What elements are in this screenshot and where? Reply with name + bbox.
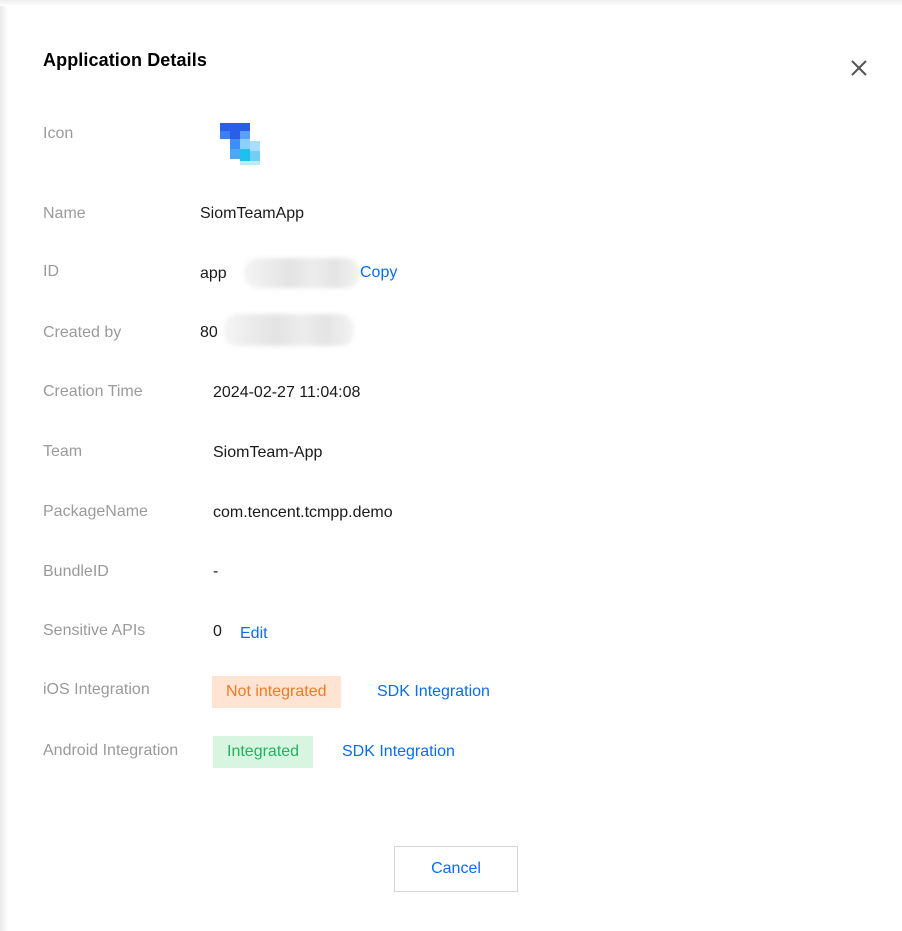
created-by-label: Created by <box>43 324 122 341</box>
android-integration-label: Android Integration <box>43 742 179 759</box>
close-icon[interactable] <box>846 54 872 80</box>
ios-status-badge: Not integrated <box>212 676 341 708</box>
application-details-dialog: Application Details Icon Name SiomTeamAp… <box>8 6 902 931</box>
team-label: Team <box>43 443 83 460</box>
created-by-value-prefix: 80 <box>200 324 218 341</box>
bundle-id-label: BundleID <box>43 563 109 580</box>
sensitive-apis-count: 0 <box>213 623 222 640</box>
name-value: SiomTeamApp <box>200 205 305 222</box>
creation-time-value: 2024-02-27 11:04:08 <box>213 384 361 401</box>
dialog-title: Application Details <box>43 50 207 70</box>
package-name-value: com.tencent.tcmpp.demo <box>213 504 393 521</box>
backdrop-edge <box>0 0 8 931</box>
cancel-button[interactable]: Cancel <box>394 846 518 892</box>
bundle-id-value: - <box>213 563 219 580</box>
copy-id-link[interactable]: Copy <box>360 264 397 282</box>
created-by-redacted-blur <box>224 314 354 346</box>
package-name-label: PackageName <box>43 503 148 520</box>
sensitive-apis-label: Sensitive APIs <box>43 622 146 639</box>
id-redacted-blur <box>244 258 360 288</box>
ios-sdk-integration-link[interactable]: SDK Integration <box>377 683 490 701</box>
edit-sensitive-apis-link[interactable]: Edit <box>240 625 268 643</box>
app-logo-icon <box>218 121 266 169</box>
android-sdk-integration-link[interactable]: SDK Integration <box>342 743 455 761</box>
id-value-prefix: app <box>200 265 227 282</box>
team-value: SiomTeam-App <box>213 444 323 461</box>
ios-integration-label: iOS Integration <box>43 681 150 698</box>
icon-label: Icon <box>43 125 74 142</box>
creation-time-label: Creation Time <box>43 383 143 400</box>
id-label: ID <box>43 263 59 280</box>
name-label: Name <box>43 205 86 222</box>
android-status-badge: Integrated <box>213 736 314 768</box>
